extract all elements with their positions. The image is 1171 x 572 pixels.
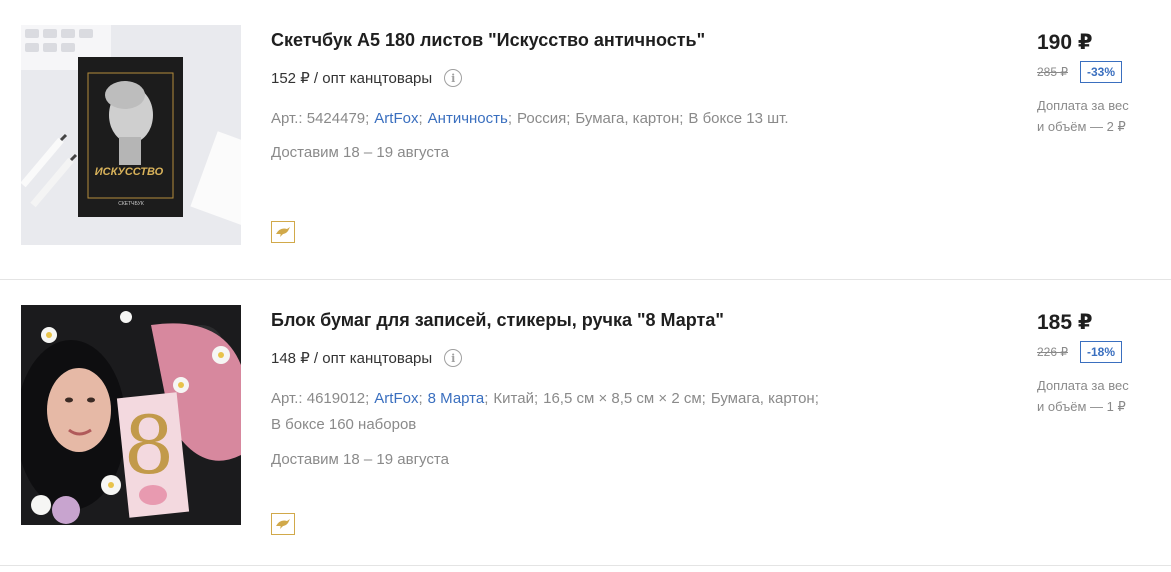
detail-box: В боксе 13 шт. — [688, 110, 789, 127]
wholesale-price: 152 ₽ / опт канцтовары i — [271, 69, 463, 87]
old-price: 226 ₽ — [1037, 345, 1068, 359]
product-card: ИСКУССТВО СКЕТЧБУК Скетчбук А5 180 листо… — [0, 0, 1171, 280]
price-block: 190 ₽ 285 ₽ -33% Доплата за вес и объём … — [1037, 30, 1167, 137]
product-title[interactable]: Блок бумаг для записей, стикеры, ручка "… — [271, 310, 724, 331]
info-icon[interactable]: i — [444, 69, 463, 87]
detail-box: В боксе 160 наборов — [271, 416, 417, 433]
discount-badge: -33% — [1080, 61, 1123, 83]
current-price: 185 ₽ — [1037, 311, 1093, 334]
extra-fee-line2: и объём — 1 ₽ — [1037, 399, 1126, 414]
detail-material: Бумага, картон; — [710, 390, 819, 407]
delivery-info: Доставим 18 – 19 августа — [271, 144, 449, 161]
wholesale-price-text: 152 ₽ / опт канцтовары — [271, 70, 433, 87]
delivery-info: Доставим 18 – 19 августа — [271, 451, 449, 468]
brand-link[interactable]: ArtFox — [374, 110, 418, 127]
brand-link[interactable]: ArtFox — [374, 390, 418, 407]
old-price: 285 ₽ — [1037, 65, 1068, 79]
series-link[interactable]: Античность — [428, 110, 508, 127]
current-price: 190 ₽ — [1037, 31, 1093, 54]
cover-subtitle: СКЕТЧБУК — [118, 201, 144, 207]
extra-fee: Доплата за вес и объём — 1 ₽ — [1037, 375, 1147, 417]
detail-size: 16,5 см × 8,5 см × 2 см; — [543, 390, 706, 407]
product-title[interactable]: Скетчбук А5 180 листов "Искусство античн… — [271, 30, 705, 51]
price-block: 185 ₽ 226 ₽ -18% Доплата за вес и объём … — [1037, 310, 1167, 417]
detail-country: Китай; — [493, 390, 539, 407]
wholesale-price-text: 148 ₽ / опт канцтовары — [271, 350, 433, 367]
product-card: 8 Блок бумаг для записей, стикеры, ручка… — [0, 280, 1171, 566]
dolphin-icon[interactable] — [271, 221, 295, 243]
product-meta: Арт.: 4619012; ArtFox; 8 Марта; Китай; 16,5 … — [271, 390, 819, 433]
extra-fee: Доплата за вес и объём — 2 ₽ — [1037, 95, 1147, 137]
old-price-row: 285 ₽ -33% — [1037, 61, 1167, 83]
cover-number: 8 — [124, 399, 175, 492]
extra-fee-line2: и объём — 2 ₽ — [1037, 119, 1126, 134]
product-image[interactable]: ИСКУССТВО СКЕТЧБУК — [21, 25, 241, 245]
series-link[interactable]: 8 Марта — [428, 390, 485, 407]
info-icon[interactable]: i — [444, 349, 463, 367]
discount-badge: -18% — [1080, 341, 1123, 363]
detail-country: Россия; — [517, 110, 571, 127]
wholesale-price: 148 ₽ / опт канцтовары i — [271, 349, 463, 367]
product-meta: Арт.: 5424479; ArtFox; Античность; Россия; Б… — [271, 110, 789, 127]
article-number: Арт.: 4619012; — [271, 390, 370, 407]
old-price-row: 226 ₽ -18% — [1037, 341, 1167, 363]
dolphin-icon[interactable] — [271, 513, 295, 535]
article-number: Арт.: 5424479; — [271, 110, 370, 127]
extra-fee-line1: Доплата за вес — [1037, 378, 1129, 393]
detail-material: Бумага, картон; — [575, 110, 684, 127]
cover-title: ИСКУССТВО — [95, 166, 164, 178]
extra-fee-line1: Доплата за вес — [1037, 98, 1129, 113]
product-image[interactable]: 8 — [21, 305, 241, 525]
